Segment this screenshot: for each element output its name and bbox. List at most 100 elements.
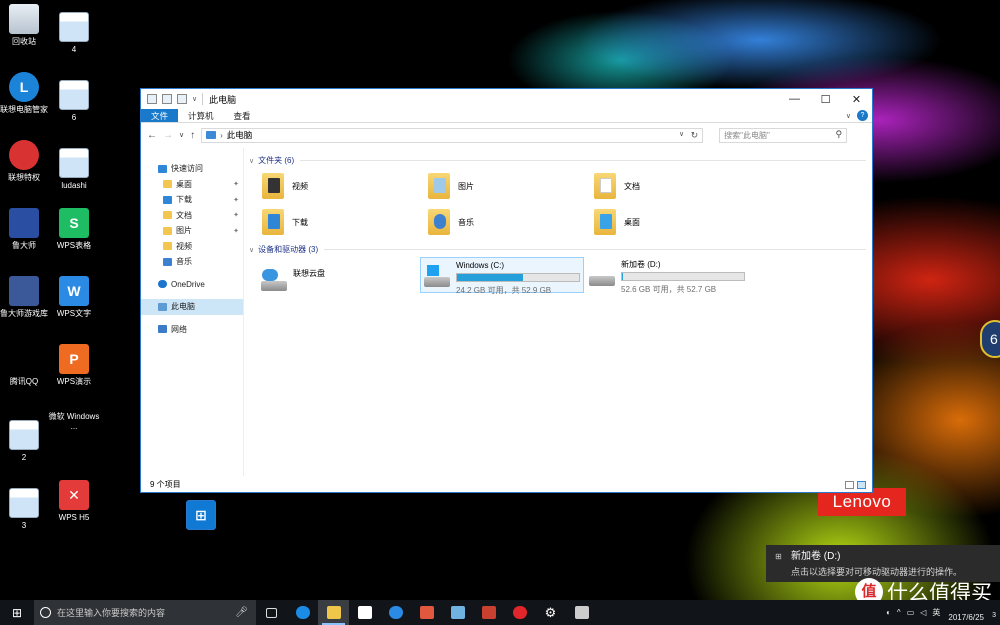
desktop-folder-icon (163, 180, 172, 189)
taskbar-file-explorer[interactable] (318, 600, 349, 625)
properties-icon[interactable] (162, 94, 172, 104)
back-arrow-icon[interactable]: ← (147, 130, 157, 141)
pin-icon: ✦ (233, 212, 239, 220)
app-badge-icon (512, 606, 527, 619)
drive-windows-c[interactable]: Windows (C:) 24.2 GB 可用，共 52.9 GB (420, 257, 584, 295)
nav-item-downloads[interactable]: 下载 ✦ (141, 192, 243, 208)
cortana-circle-icon (40, 607, 51, 618)
desktop-icon-wps-sheets[interactable]: S WPS表格 (46, 208, 102, 251)
taskbar-app-red[interactable] (504, 600, 535, 625)
search-icon: ⚲ (835, 128, 843, 139)
taskbar-app-folder[interactable] (442, 600, 473, 625)
large-icons-view-icon[interactable] (857, 481, 866, 489)
start-button[interactable]: ⊞ (0, 600, 34, 625)
folder-pictures[interactable]: 图片 (428, 173, 474, 199)
desktop-icon-ludashi[interactable]: ludashi (46, 148, 102, 191)
desktop-icon-3[interactable]: 3 (0, 488, 52, 531)
desktop-icon-6[interactable]: 6 (46, 80, 102, 123)
clock-date[interactable]: 2017/6/25 (948, 603, 984, 622)
maximize-button[interactable]: ☐ (810, 89, 841, 109)
notification-count[interactable]: 3 (992, 612, 996, 619)
title-bar[interactable]: ∨ 此电脑 — ☐ ✕ (141, 89, 872, 109)
taskbar-lenovo-manager[interactable] (380, 600, 411, 625)
nav-item-pictures[interactable]: 图片 ✦ (141, 223, 243, 239)
refresh-icon[interactable]: ↻ (691, 130, 699, 141)
drive-icon (574, 606, 589, 619)
taskbar-drive-app[interactable] (566, 600, 597, 625)
folder-downloads[interactable]: 下载 (262, 209, 308, 235)
nav-quick-access[interactable]: 快速访问 (141, 161, 243, 177)
folders-group-header[interactable]: ∨ 文件夹 (6) (249, 155, 294, 166)
videos-folder-icon (163, 242, 172, 251)
app-window-icon (450, 606, 465, 619)
nav-item-music[interactable]: 音乐 (141, 254, 243, 270)
nav-onedrive[interactable]: OneDrive (141, 277, 243, 293)
title-separator (202, 93, 204, 105)
customize-chevron-icon[interactable]: ∨ (192, 95, 197, 103)
nav-item-documents[interactable]: 文档 ✦ (141, 208, 243, 224)
taskbar-edge[interactable] (287, 600, 318, 625)
taskbar-settings[interactable]: ⚙ (535, 600, 566, 625)
ludashi-icon (481, 606, 496, 619)
tab-view[interactable]: 查看 (224, 109, 261, 122)
taskbar-search[interactable]: 在这里输入你要搜索的内容 🎤︎ (34, 600, 256, 625)
ime-indicator[interactable]: 英 (932, 607, 940, 618)
folder-documents[interactable]: 文档 (594, 173, 640, 199)
folder-music[interactable]: 音乐 (428, 209, 474, 235)
cloud-drive-icon (261, 269, 287, 291)
desktop-icon-ludashi-app[interactable]: 鲁大师 (0, 208, 52, 251)
microphone-icon[interactable]: 🎤︎ (235, 607, 248, 618)
close-button[interactable]: ✕ (841, 89, 872, 109)
nav-network[interactable]: 网络 (141, 322, 243, 338)
tab-file[interactable]: 文件 (141, 109, 179, 122)
desktop-icon-ludashi-games[interactable]: 鲁大师游戏库 (0, 276, 52, 319)
window-title: 此电脑 (209, 94, 237, 105)
new-folder-icon[interactable] (177, 94, 187, 104)
folder-desktop[interactable]: 桌面 (594, 209, 640, 235)
tray-app-icon[interactable]: ◐ (886, 608, 891, 617)
show-hidden-icons-icon[interactable]: ^ (897, 608, 901, 617)
drive-new-volume-d[interactable]: 新加卷 (D:) 52.6 GB 可用，共 52.7 GB (586, 257, 750, 294)
tab-computer[interactable]: 计算机 (178, 109, 224, 122)
taskbar-ludashi[interactable] (473, 600, 504, 625)
nav-item-desktop[interactable]: 桌面 ✦ (141, 177, 243, 193)
breadcrumb-this-pc[interactable]: 此电脑 (227, 129, 253, 141)
folder-videos[interactable]: 视频 (262, 173, 308, 199)
side-widget-badge[interactable]: 6 (980, 320, 1000, 358)
recent-locations-icon[interactable]: ∨ (179, 131, 184, 139)
taskbar-store[interactable] (349, 600, 380, 625)
search-box[interactable]: 搜索"此电脑" ⚲ (719, 127, 848, 143)
nav-item-videos[interactable]: 视频 (141, 239, 243, 255)
drive-lenovo-cloud[interactable]: 联想云盘 (258, 262, 328, 294)
desktop-icon-4[interactable]: 4 (46, 12, 102, 55)
address-dropdown-icon[interactable]: ∨ (679, 130, 684, 138)
desktop-icon-recycle-bin[interactable]: 回收站 (0, 4, 52, 47)
up-arrow-icon[interactable]: ↑ (190, 130, 195, 141)
pin-icon: ✦ (233, 227, 239, 235)
breadcrumb-chevron-icon[interactable]: › (220, 131, 223, 140)
network-icon[interactable]: ▭ (907, 608, 915, 617)
desktop-icon-ms-windows[interactable]: ⊞ 微软 Windows ... (46, 412, 216, 530)
address-bar[interactable]: › 此电脑 ∨ ↻ (201, 127, 704, 143)
expand-ribbon-icon[interactable]: ∨ (846, 112, 851, 120)
desktop-icon-lenovo-privilege[interactable]: 联想特权 (0, 140, 52, 183)
devices-group-header[interactable]: ∨ 设备和驱动器 (3) (249, 244, 318, 255)
help-icon[interactable]: ? (857, 110, 868, 121)
nav-this-pc[interactable]: 此电脑 (141, 299, 243, 315)
desktop-icon-lenovo-manager[interactable]: L 联想电脑管家 (0, 72, 52, 115)
video-folder-icon (262, 173, 284, 199)
forward-arrow-icon[interactable]: → (163, 130, 173, 141)
wps-icon (419, 606, 434, 619)
task-view-button[interactable] (256, 600, 287, 625)
file-explorer-window[interactable]: ∨ 此电脑 — ☐ ✕ 文件 计算机 查看 ∨ ? ← → ∨ ↑ › 此电脑 … (140, 88, 873, 493)
taskbar-wps[interactable] (411, 600, 442, 625)
desktop-icon-wps-presentation[interactable]: P WPS演示 (46, 344, 102, 387)
details-view-icon[interactable] (845, 481, 854, 489)
desktop-icon-2[interactable]: 2 (0, 420, 52, 463)
desktop-icon-qq[interactable]: 腾讯QQ (0, 344, 52, 387)
minimize-button[interactable]: — (779, 89, 810, 109)
windows-drive-icon (424, 265, 450, 287)
desktop-icon-wps-writer[interactable]: W WPS文字 (46, 276, 102, 319)
volume-icon[interactable]: ◁ (920, 608, 926, 617)
desktop-icon-wps-h5[interactable]: ✕ WPS H5 (46, 480, 102, 523)
